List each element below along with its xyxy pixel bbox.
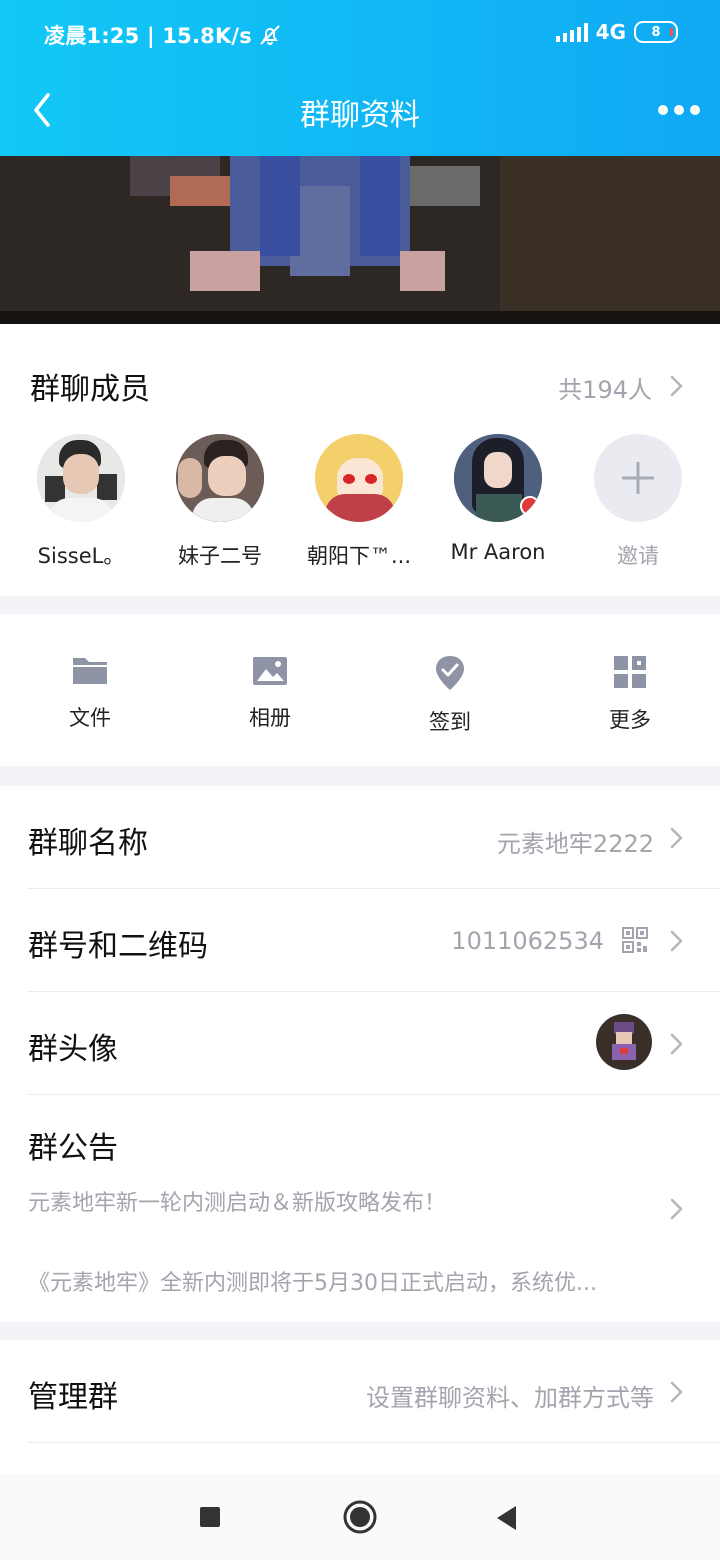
- member-item[interactable]: SisseL。: [16, 434, 146, 570]
- invite-member-button[interactable]: 邀请: [573, 434, 703, 570]
- chevron-right-icon[interactable]: [668, 374, 686, 398]
- chevron-right-icon: [670, 1381, 683, 1403]
- qr-code-icon: [622, 927, 648, 953]
- member-avatar: [37, 434, 125, 522]
- member-avatar: [454, 434, 542, 522]
- more-features-button[interactable]: 更多: [570, 654, 690, 734]
- group-id-value: 1011062534: [451, 927, 604, 955]
- checkin-icon: [436, 656, 464, 690]
- home-icon[interactable]: [342, 1499, 378, 1535]
- group-settings-section: 群聊名称 元素地牢2222 群号和二维码 1011062534 群头像 群公告 …: [0, 786, 720, 1322]
- shortcut-label: 签到: [429, 710, 471, 734]
- plus-icon: [622, 462, 654, 494]
- group-name-value: 元素地牢2222: [496, 830, 654, 858]
- group-name-row[interactable]: 群聊名称 元素地牢2222: [0, 786, 720, 888]
- battery-level: 8: [651, 24, 661, 40]
- grid-icon: [614, 656, 646, 688]
- status-bar: 凌晨1:25 | 15.8K/s 4G 8: [0, 0, 720, 68]
- network-type: 4G: [595, 20, 626, 44]
- status-left: 凌晨1:25 | 15.8K/s: [44, 20, 282, 50]
- battery-icon: 8: [634, 21, 678, 43]
- recent-apps-icon[interactable]: [198, 1505, 222, 1529]
- folder-icon: [73, 658, 107, 684]
- system-navigation-bar: [0, 1474, 720, 1560]
- shortcut-label: 文件: [69, 706, 111, 730]
- member-name: 妹子二号: [178, 544, 262, 568]
- member-avatar: [315, 434, 403, 522]
- member-name: SisseL。: [37, 544, 125, 568]
- shortcut-section: 文件 相册 签到 更多: [0, 614, 720, 766]
- image-icon: [253, 657, 287, 685]
- group-cover-banner[interactable]: [0, 156, 720, 324]
- invite-circle: [594, 434, 682, 522]
- chevron-right-icon: [670, 1198, 683, 1220]
- mute-notification-icon: [260, 25, 280, 45]
- group-id-qr-row[interactable]: 群号和二维码 1011062534: [0, 889, 720, 991]
- row-title: 群公告: [28, 1131, 118, 1166]
- members-title: 群聊成员: [30, 372, 150, 407]
- top-header: 凌晨1:25 | 15.8K/s 4G 8 群聊资料: [0, 0, 720, 156]
- chevron-right-icon: [670, 1033, 683, 1055]
- manage-group-row[interactable]: 管理群 设置群聊资料、加群方式等: [0, 1340, 720, 1442]
- nav-bar: 群聊资料: [0, 68, 720, 156]
- notice-body: 《元素地牢》全新内测即将于5月30日正式启动，系统优...: [28, 1271, 597, 1296]
- member-avatar: [176, 434, 264, 522]
- notice-headline: 元素地牢新一轮内测启动＆新版攻略发布！: [28, 1191, 447, 1216]
- divider: [28, 1442, 720, 1443]
- manage-group-hint: 设置群聊资料、加群方式等: [366, 1384, 654, 1412]
- group-notice-row[interactable]: 群公告 元素地牢新一轮内测启动＆新版攻略发布！ 《元素地牢》全新内测即将于5月3…: [0, 1095, 720, 1322]
- member-item[interactable]: 朝阳下™...: [294, 434, 424, 570]
- files-button[interactable]: 文件: [30, 654, 150, 732]
- checkin-button[interactable]: 签到: [390, 654, 510, 736]
- album-button[interactable]: 相册: [210, 654, 330, 732]
- member-item[interactable]: Mr Aaron: [433, 434, 563, 564]
- dot-icon: [690, 105, 700, 115]
- chevron-right-icon: [670, 930, 683, 952]
- invite-label: 邀请: [617, 544, 659, 568]
- status-right: 4G 8: [555, 20, 678, 44]
- group-avatar-row[interactable]: 群头像: [0, 992, 720, 1094]
- shortcut-label: 更多: [609, 708, 651, 732]
- member-name: 朝阳下™...: [306, 544, 412, 568]
- dot-icon: [658, 105, 668, 115]
- back-triangle-icon[interactable]: [494, 1504, 520, 1532]
- member-name: Mr Aaron: [450, 540, 546, 564]
- signal-icon: [555, 22, 588, 42]
- manage-section: 管理群 设置群聊资料、加群方式等: [0, 1340, 720, 1474]
- dot-icon: [674, 105, 684, 115]
- member-item[interactable]: 妹子二号: [155, 434, 285, 570]
- row-title: 群头像: [28, 1032, 118, 1067]
- more-options-button[interactable]: [654, 88, 704, 132]
- row-title: 管理群: [28, 1380, 118, 1415]
- status-time-speed: 凌晨1:25 | 15.8K/s: [44, 24, 252, 48]
- row-title: 群号和二维码: [28, 929, 208, 964]
- page-title: 群聊资料: [300, 98, 420, 133]
- row-title: 群聊名称: [28, 826, 148, 861]
- shortcut-label: 相册: [249, 706, 291, 730]
- chevron-right-icon: [670, 827, 683, 849]
- members-count[interactable]: 共194人: [558, 370, 652, 405]
- members-section: 群聊成员 共194人 SisseL。 妹子二号 朝阳下™... Mr Aaron…: [0, 324, 720, 596]
- group-avatar-thumbnail: [596, 1014, 652, 1070]
